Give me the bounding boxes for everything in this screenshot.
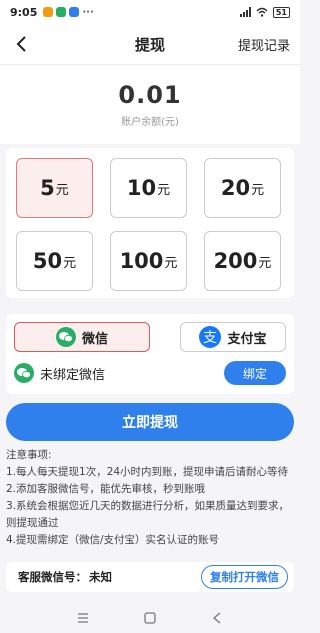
amount-option-200[interactable]: 200 元: [204, 231, 281, 291]
alipay-label: 支付宝: [227, 331, 267, 347]
amount-unit: 元: [157, 182, 171, 198]
svg-text:支: 支: [203, 330, 217, 346]
amount-option-50[interactable]: 50 元: [16, 231, 93, 291]
amount-options: 5元 10 元 20 元 50 元 100 元 200 元: [6, 148, 294, 298]
balance-section: 0.01 账户余额(元): [0, 64, 300, 144]
page-title: 提现: [134, 35, 165, 54]
amount-value: 5: [40, 176, 55, 200]
wifi-icon: [256, 7, 268, 17]
bind-button[interactable]: 绑定: [224, 361, 286, 385]
amount-option-10[interactable]: 10 元: [110, 158, 187, 218]
withdraw-records-link[interactable]: 提现记录: [238, 35, 290, 54]
amount-option-20[interactable]: 20 元: [204, 158, 281, 218]
wechat-option[interactable]: 微信: [14, 322, 150, 352]
amount-value: 20: [220, 176, 251, 200]
system-nav-bar: [0, 603, 300, 633]
back-button[interactable]: [8, 30, 36, 58]
copy-open-wechat-button[interactable]: 复制打开微信: [201, 565, 288, 589]
battery-icon: 51: [272, 6, 290, 18]
customer-service-row: 客服微信号： 未知 复制打开微信: [6, 562, 294, 592]
alipay-icon: 支: [199, 326, 222, 348]
payment-method-section: 微信 支 支付宝 未绑定微信 绑定: [6, 314, 294, 394]
service-wechat-value: 未知: [89, 570, 112, 584]
amount-value: 200: [213, 249, 258, 273]
status-time: 9:05: [10, 5, 38, 19]
menu-nav-button[interactable]: [71, 606, 95, 630]
wechat-icon: [14, 363, 34, 383]
home-nav-button[interactable]: [138, 606, 162, 630]
balance-label: 账户余额(元): [121, 117, 179, 128]
notes-heading: 注意事项:: [6, 449, 52, 461]
home-square-icon: [144, 612, 156, 624]
back-arrow-icon: [16, 36, 26, 52]
status-bar: 9:05 ··· 51: [0, 0, 300, 24]
service-wechat-label: 客服微信号：: [18, 570, 87, 584]
amount-value: 10: [126, 176, 157, 200]
withdraw-button[interactable]: 立即提现: [6, 403, 294, 441]
amount-value: 50: [32, 249, 63, 273]
alipay-option[interactable]: 支 支付宝: [180, 322, 286, 352]
menu-icon: [78, 613, 89, 623]
amount-unit: 元: [63, 255, 77, 271]
back-nav-button[interactable]: [205, 606, 229, 630]
notification-app-icon: [69, 7, 80, 17]
amount-unit: 元: [251, 182, 265, 198]
note-item: 4.提现需绑定（微信/支付宝）实名认证的账号: [6, 534, 220, 546]
amount-option-100[interactable]: 100 元: [110, 231, 187, 291]
back-triangle-icon: [212, 612, 221, 624]
note-item: 3.系统会根据您近几天的数据进行分析，如果质量达到要求，则提现通过: [6, 500, 290, 529]
amount-unit: 元: [164, 255, 178, 271]
wechat-label: 微信: [81, 331, 108, 347]
notification-app-icon: [56, 7, 67, 17]
balance-amount: 0.01: [118, 81, 182, 109]
signal-icon: [239, 7, 251, 17]
notes-section: 注意事项: 1.每人每天提现1次，24小时内到账，提现申请后请耐心等待 2.添加…: [6, 447, 294, 549]
wechat-icon: [55, 327, 76, 347]
bind-row: 未绑定微信 绑定: [14, 358, 286, 388]
notification-app-icon: [43, 7, 54, 17]
header: 提现 提现记录: [0, 24, 300, 64]
amount-unit: 元: [258, 255, 272, 271]
more-notifications-icon: ···: [82, 6, 94, 18]
note-item: 2.添加客服微信号，能优先审核，秒到账哦: [6, 483, 206, 495]
amount-unit: 元: [55, 182, 69, 198]
bind-status: 未绑定微信: [40, 367, 106, 383]
note-item: 1.每人每天提现1次，24小时内到账，提现申请后请耐心等待: [6, 466, 289, 478]
amount-value: 100: [119, 249, 164, 273]
amount-option-5[interactable]: 5元: [16, 158, 93, 218]
